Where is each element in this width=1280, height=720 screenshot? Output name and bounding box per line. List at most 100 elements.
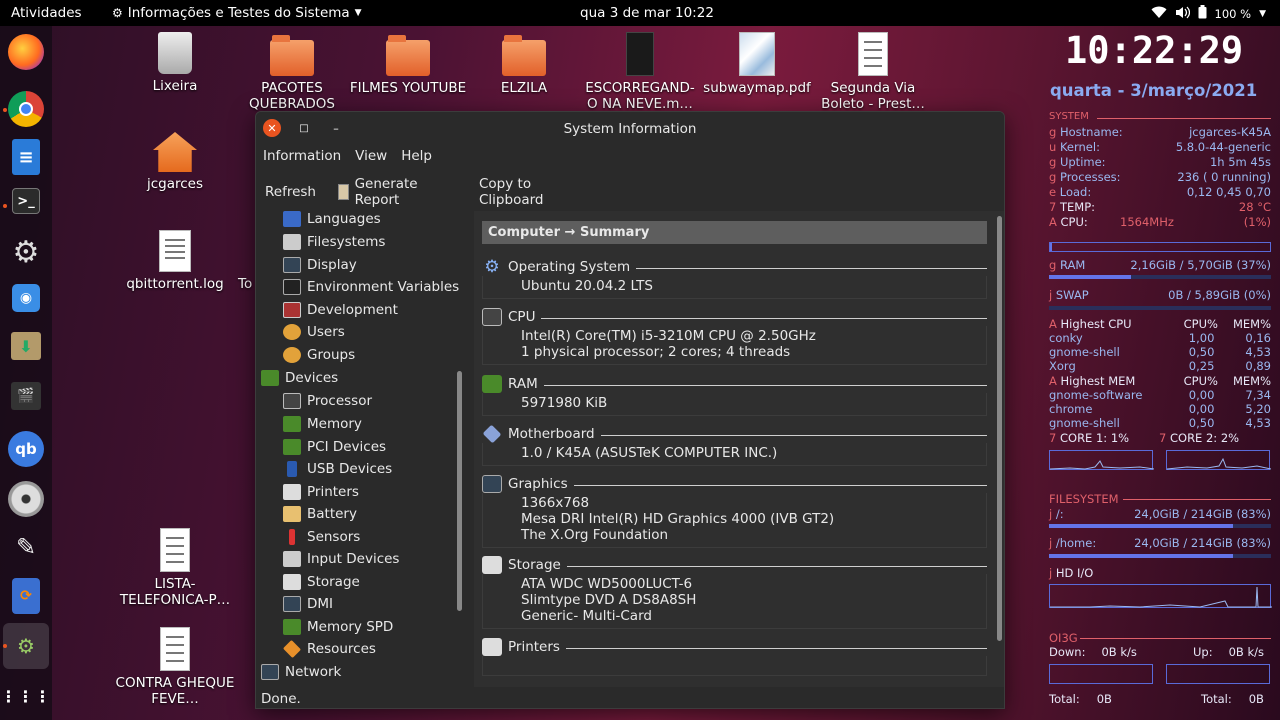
desktop-icon-document[interactable]: Segunda Via Boleto - Prest… [813,32,933,112]
resources-icon [282,639,302,659]
desktop-icon-trash[interactable]: Lixeira [115,32,235,94]
document-icon [858,32,888,76]
content-scrollbar[interactable] [997,216,1002,641]
section-body: Intel(R) Core(TM) i5-3210M CPU @ 2.50GHz… [482,326,987,365]
desktop-icon-folder[interactable]: PACOTES QUEBRADOS [232,35,352,112]
show-apps-icon[interactable]: ⋮⋮⋮ [1,678,51,714]
document-icon [160,627,190,671]
sidebar-item-resources[interactable]: Resources [282,639,376,659]
sidebar-item-devices[interactable]: Devices [261,368,338,388]
archive-manager-icon[interactable]: ⬇ [11,332,41,360]
chevron-down-icon: ▼ [354,8,362,18]
sidebar-item-printers[interactable]: Printers [283,482,359,502]
cpu-bar-fill [1050,243,1053,251]
folder-icon [386,35,430,76]
drawing-icon[interactable]: ✎ [8,529,44,565]
desktop-icon-folder[interactable]: ELZILA [464,35,584,96]
software-updater-icon[interactable]: ⟳ [12,578,40,614]
sidebar-item-label: Memory [307,416,362,432]
section-graphics: Graphics 1366x768 Mesa DRI Intel(R) HD G… [482,475,987,548]
window-title: System Information [563,121,697,137]
flag-icon [283,211,301,227]
qbittorrent-icon[interactable]: qb [8,431,44,467]
chrome-icon[interactable] [8,91,44,127]
sidebar-item-network[interactable]: Network [261,662,341,682]
desktop-icon-home[interactable]: jcgarces [115,132,235,192]
sidebar-item-storage[interactable]: Storage [283,572,360,592]
conky-fs-root: j /: 24,0GiB / 214GiB (83%) [1049,507,1271,521]
sidebar-item-memory[interactable]: Memory [283,414,362,434]
desktop-icon-folder[interactable]: FILMES YOUTUBE [348,35,468,96]
sidebar-item-usb-devices[interactable]: USB Devices [283,459,392,479]
sidebar-item-battery[interactable]: Battery [283,504,357,524]
text-file-icon [159,230,191,272]
firefox-icon[interactable] [8,34,44,70]
sidebar-item-users[interactable]: Users [283,322,345,342]
app-menu[interactable]: ⚙ Informações e Testes do Sistema ▼ [112,5,362,21]
storage-icon [482,556,502,574]
menu-help[interactable]: Help [401,148,432,170]
top-clock[interactable]: qua 3 de mar 10:22 [580,5,714,21]
gear-icon: ⚙ [484,257,500,277]
conky-hostname: g Hostname: jcgarces-K45A [1049,125,1271,139]
title-bar[interactable]: ✕ □ – System Information [256,112,1004,145]
report-icon [338,184,349,200]
desktop-icon-video[interactable]: ESCORREGAND-O NA NEVE.m… [580,32,700,112]
sidebar-item-dmi[interactable]: DMI [283,594,333,614]
desktop-icon-pdf[interactable]: subwaymap.pdf [697,32,817,96]
sidebar-item-memory-spd[interactable]: Memory SPD [283,617,393,637]
desktop-icon-log[interactable]: qbittorrent.log [115,230,235,292]
conky-proc-row: gnome-software 0,00 7,34 [1049,388,1271,402]
activities-button[interactable]: Atividades [11,5,82,21]
menu-information[interactable]: Information [263,148,341,170]
sidebar-item-filesystems[interactable]: Filesystems [283,232,385,252]
sidebar-item-groups[interactable]: Groups [283,345,355,365]
system-tray[interactable]: 100 % ▼ [1151,5,1266,22]
generate-report-button[interactable]: Generate Report [338,176,423,208]
conky-cpu-bar [1049,242,1271,252]
desktop-icon-label: FILMES YOUTUBE [349,80,467,96]
conky-uptime: g Uptime: 1h 5m 45s [1049,155,1271,169]
desktop-icon-document[interactable]: LISTA-TELEFONICA-P… [115,528,235,608]
settings-icon[interactable]: ⚙ [8,234,44,270]
writer-icon[interactable]: ≡ [12,139,40,175]
section-body: 5971980 KiB [482,393,987,416]
system-info-app-icon[interactable]: ⚙ [8,628,44,664]
screenshot-icon[interactable]: ◉ [12,284,40,312]
sidebar-item-pci-devices[interactable]: PCI Devices [283,437,386,457]
home-folder-icon [153,132,197,172]
section-line: ATA WDC WD5000LUCT-6 [521,576,693,592]
copy-to-clipboard-button[interactable]: Copy to Clipboard [479,176,543,208]
sidebar-item-sensors[interactable]: Sensors [283,527,360,547]
disc-icon[interactable] [8,481,44,517]
terminal-icon[interactable]: >_ [12,188,40,214]
sidebar-item-display[interactable]: Display [283,255,357,275]
conky-proc-row: Xorg 0,25 0,89 [1049,359,1271,373]
section-title: Motherboard [508,426,595,442]
battery-icon [283,506,301,522]
desktop-icon-label: PACOTES QUEBRADOS [249,80,335,112]
sidebar-item-languages[interactable]: Languages [283,211,381,229]
sidebar-scrollbar[interactable] [457,371,462,611]
sidebar-item-input-devices[interactable]: Input Devices [283,549,399,569]
conky-widget: 10:22:29 quarta - 3/março/2021 SYSTEM g … [1045,26,1275,720]
battery-icon [1198,5,1207,22]
refresh-button[interactable]: Refresh [265,184,316,200]
section-cpu: CPU Intel(R) Core(TM) i5-3210M CPU @ 2.5… [482,308,987,365]
desktop-icon-document[interactable]: CONTRA GHEQUE FEVE… [115,627,235,707]
video-editor-icon[interactable]: 🎬 [11,382,41,410]
running-indicator [3,108,7,112]
network-icon [261,664,279,680]
sidebar-item-label: Languages [307,211,381,227]
sidebar-item-environment-variables[interactable]: Environment Variables [283,277,459,297]
menu-view[interactable]: View [355,148,387,170]
wifi-icon [1151,6,1167,22]
section-title: Operating System [508,259,631,275]
app-icon: ⚙ [112,6,123,20]
sidebar-item-processor[interactable]: Processor [283,391,372,411]
input-icon [283,551,301,567]
core2-graph [1166,450,1272,470]
sidebar-item-development[interactable]: Development [283,300,398,320]
chip-icon [283,393,301,409]
drive-icon [283,234,301,250]
